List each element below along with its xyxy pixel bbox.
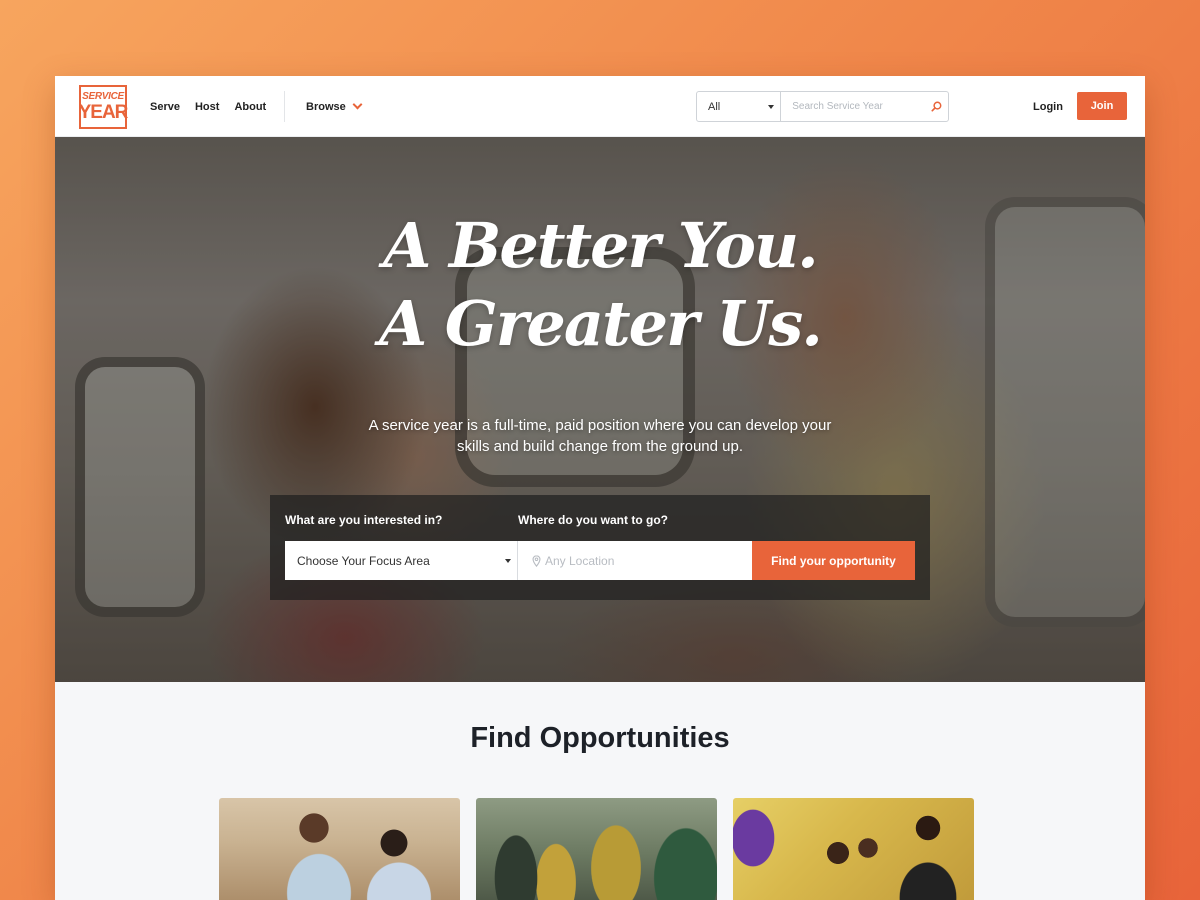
hero-headline: A Better You. A Greater Us. — [55, 207, 1145, 363]
login-link[interactable]: Login — [1033, 76, 1063, 137]
hero-headline-line2: A Greater Us. — [379, 287, 823, 360]
caret-down-icon — [505, 559, 511, 563]
primary-nav: Serve Host About — [150, 76, 281, 137]
top-navigation-bar: SERVICE YEAR Serve Host About Browse All… — [55, 76, 1145, 137]
browser-page: SERVICE YEAR Serve Host About Browse All… — [55, 76, 1145, 900]
search-scope-value: All — [708, 100, 721, 113]
logo-line1: SERVICE — [82, 91, 124, 102]
browse-label: Browse — [306, 100, 346, 113]
hero-headline-line1: A Better You. — [383, 209, 818, 282]
hero-banner: A Better You. A Greater Us. A service ye… — [55, 137, 1145, 682]
nav-divider — [284, 91, 285, 122]
nav-host-link[interactable]: Host — [195, 101, 219, 113]
location-pin-icon — [532, 554, 541, 567]
interest-label: What are you interested in? — [285, 513, 443, 527]
hero-subheading: A service year is a full-time, paid posi… — [55, 415, 1145, 457]
search-icon[interactable] — [924, 92, 948, 121]
nav-serve-link[interactable]: Serve — [150, 101, 180, 113]
opportunity-card-youth[interactable] — [733, 798, 974, 900]
nav-about-link[interactable]: About — [234, 101, 266, 113]
opportunity-card-education[interactable] — [219, 798, 460, 900]
logo-line2: YEAR — [78, 102, 129, 123]
focus-area-value: Choose Your Focus Area — [297, 553, 430, 568]
browse-dropdown[interactable]: Browse — [306, 76, 363, 137]
location-field — [518, 541, 752, 580]
search-scope-select[interactable]: All — [697, 92, 782, 121]
find-opportunities-heading: Find Opportunities — [470, 722, 730, 754]
service-year-logo[interactable]: SERVICE YEAR — [78, 85, 129, 129]
search-input[interactable] — [781, 92, 925, 121]
focus-area-select[interactable]: Choose Your Focus Area — [285, 541, 518, 580]
location-label: Where do you want to go? — [518, 513, 668, 527]
opportunity-card-conservation[interactable] — [476, 798, 717, 900]
hero-subheading-line2: skills and build change from the ground … — [456, 438, 743, 455]
find-opportunity-button[interactable]: Find your opportunity — [752, 541, 915, 580]
location-input[interactable] — [545, 553, 735, 568]
hero-subheading-line1: A service year is a full-time, paid posi… — [368, 417, 832, 434]
caret-down-icon — [768, 105, 775, 109]
site-search: All — [696, 91, 949, 122]
join-button[interactable]: Join — [1077, 92, 1127, 120]
opportunity-finder-panel: What are you interested in? Where do you… — [270, 495, 930, 600]
chevron-down-icon — [352, 99, 363, 110]
